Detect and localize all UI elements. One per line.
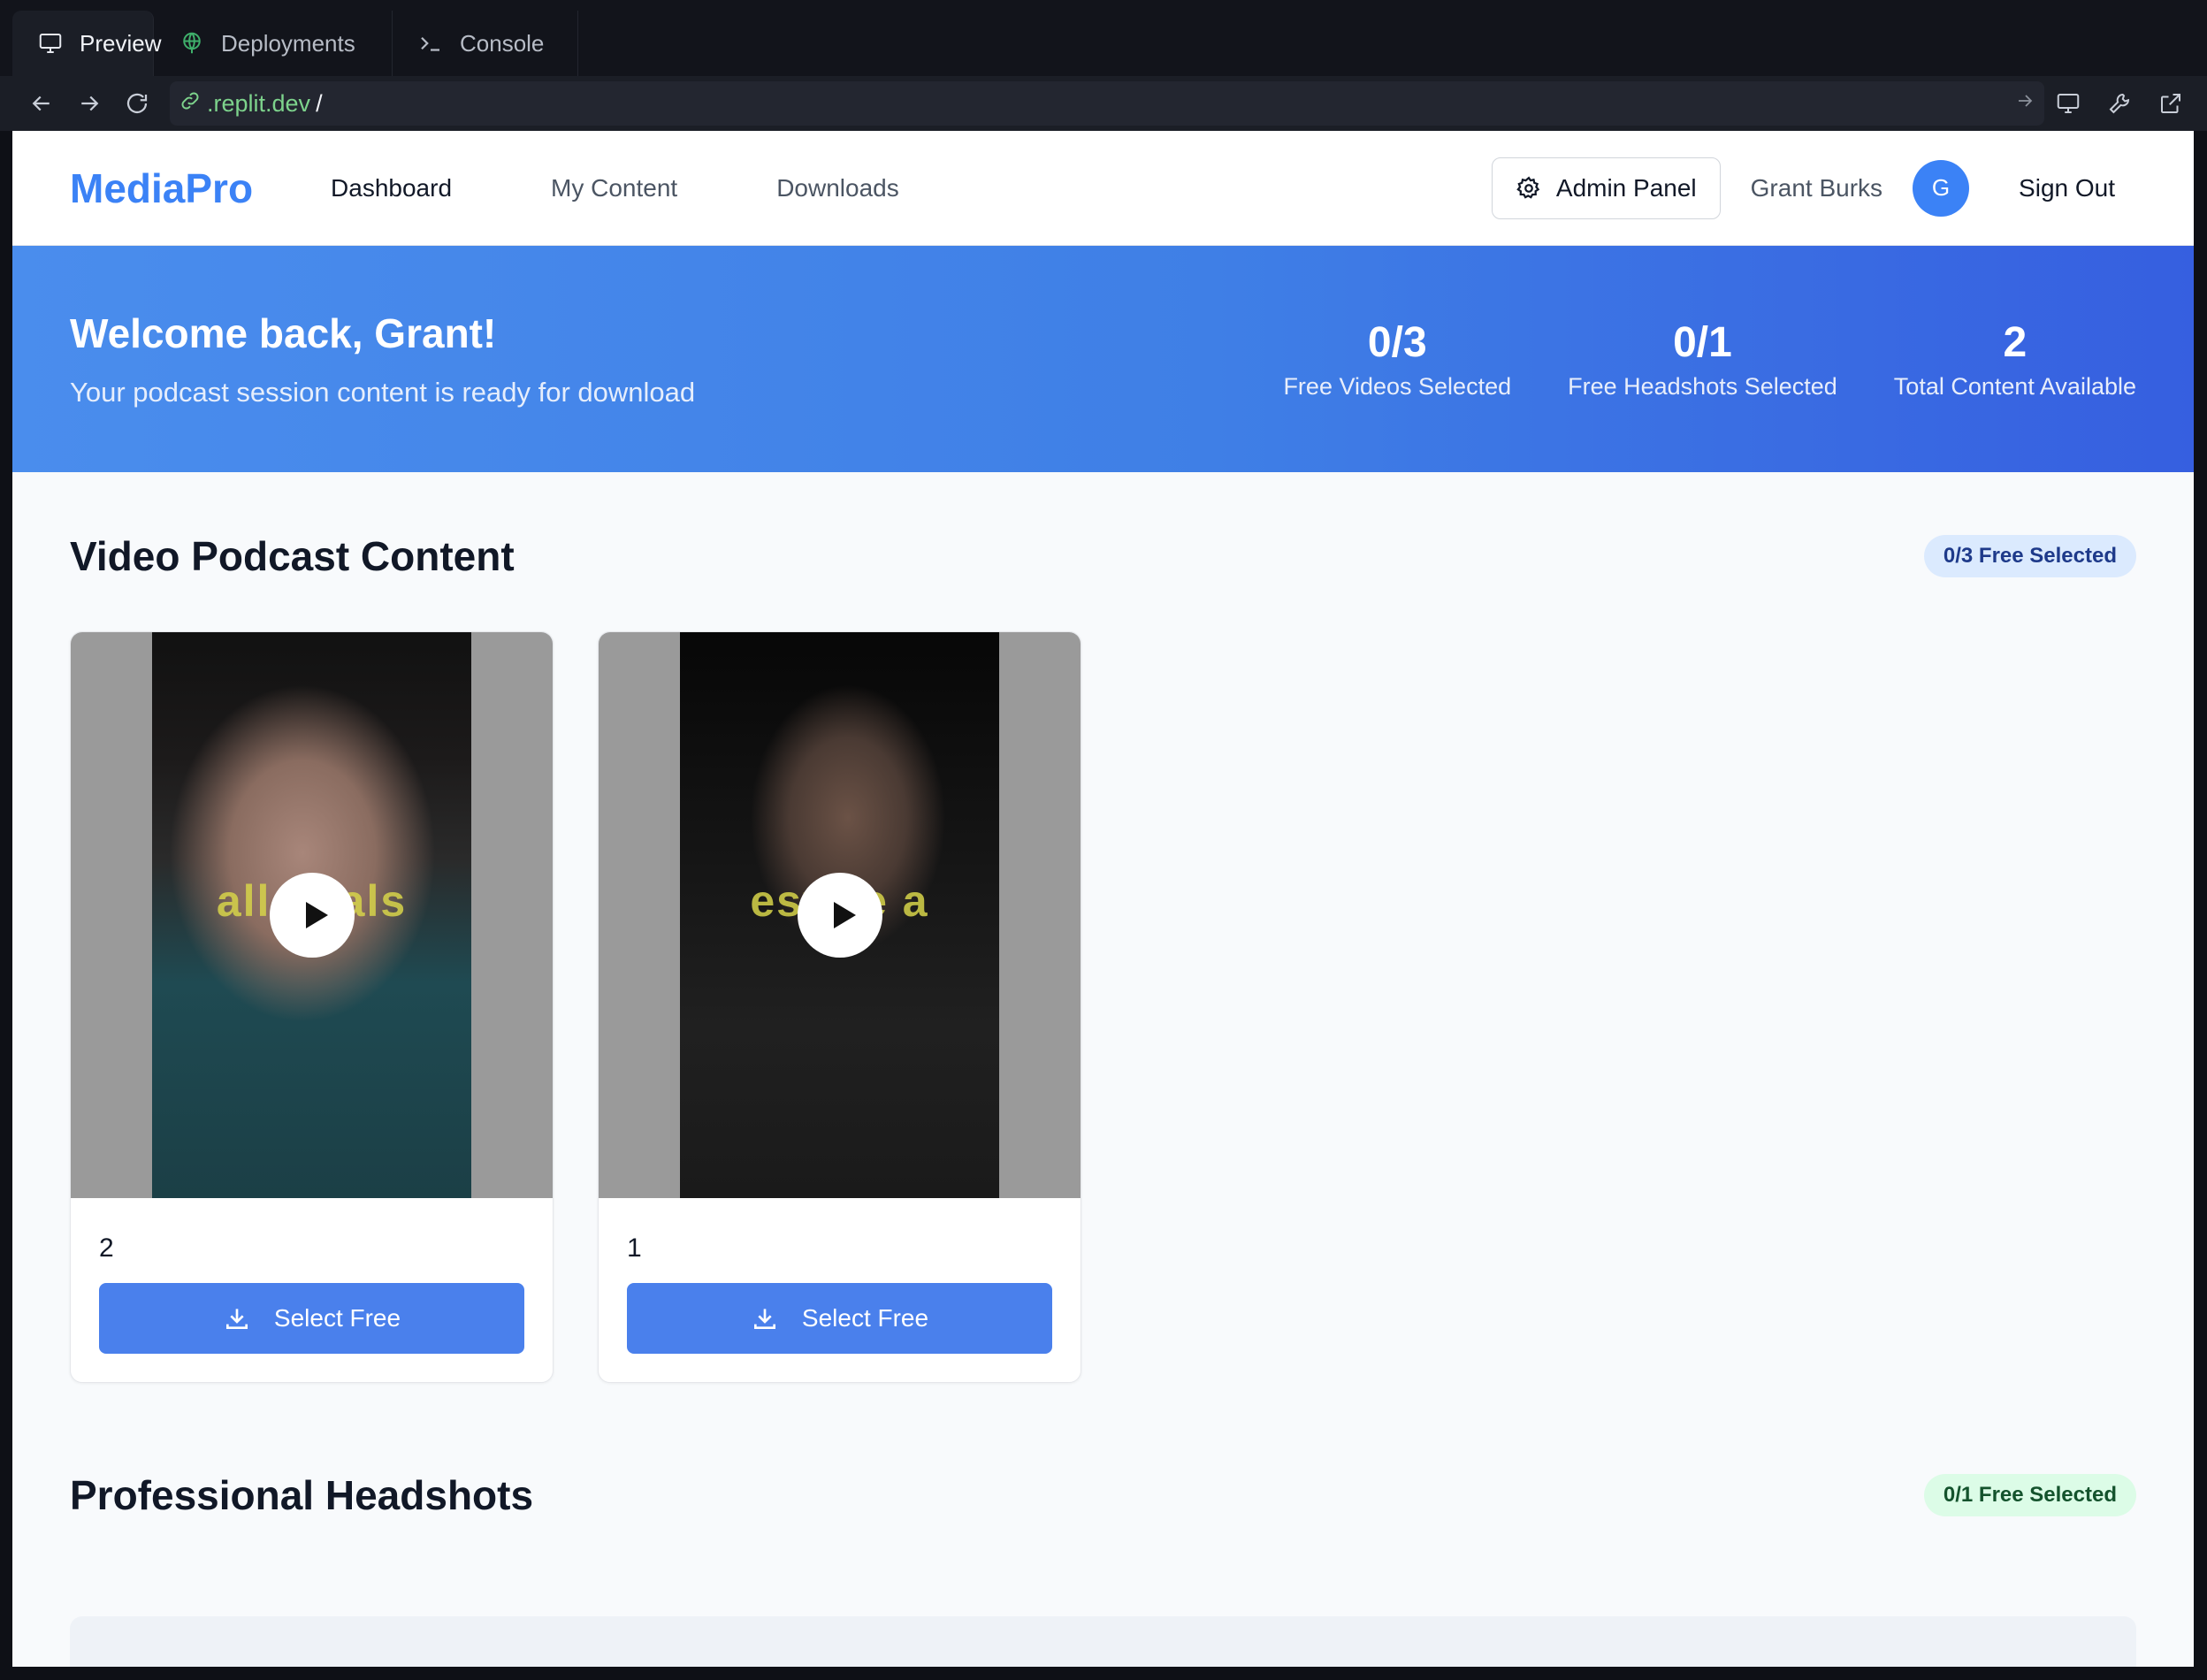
terminal-icon [417,30,444,57]
link-icon [179,89,202,118]
video-thumbnail[interactable]: estate a [599,632,1081,1198]
ide-tab-strip: Preview Deployments Console [0,0,2207,76]
video-title: 2 [99,1233,114,1263]
video-section-title: Video Podcast Content [70,533,515,579]
play-icon [833,902,856,928]
tab-label: Console [460,29,545,57]
gear-icon [1516,175,1540,199]
headshots-selected-badge: 0/1 Free Selected [1923,1474,2136,1516]
tab-label: Deployments [221,29,355,57]
top-navigation: MediaPro Dashboard My Content Downloads … [12,131,2194,246]
headshots-section-title: Professional Headshots [70,1472,534,1518]
open-new-tab-button[interactable] [2152,80,2189,127]
devices-button[interactable] [2050,80,2087,127]
video-section: Video Podcast Content 0/3 Free Selected … [12,532,2194,1383]
reload-icon [126,93,148,114]
video-selected-badge: 0/3 Free Selected [1923,535,2136,577]
url-host: .replit.dev [207,89,311,117]
video-card: all deals 2 Select Free [70,631,554,1383]
headshots-grid [70,1616,2136,1667]
stat-label: Free Videos Selected [1283,372,1512,400]
select-free-label: Select Free [801,1304,929,1332]
arrow-left-icon [32,95,50,111]
welcome-banner: Welcome back, Grant! Your podcast sessio… [12,246,2194,472]
stat-free-videos: 0/3 Free Videos Selected [1283,318,1511,401]
back-button[interactable] [18,80,65,127]
brand-logo[interactable]: MediaPro [70,164,253,212]
go-icon[interactable] [2014,90,2035,118]
download-icon [225,1309,248,1329]
sign-out-button[interactable]: Sign Out [2019,174,2115,202]
stat-label: Free Headshots Selected [1568,372,1837,400]
nav-dashboard[interactable]: Dashboard [331,174,452,202]
tab-console[interactable]: Console [393,11,578,76]
play-icon [305,902,328,928]
select-free-button[interactable]: Select Free [99,1283,524,1354]
welcome-subtitle: Your podcast session content is ready fo… [70,377,696,408]
video-thumbnail[interactable]: all deals [71,632,553,1198]
stat-value: 2 [2003,318,2028,366]
headshots-section: Professional Headshots 0/1 Free Selected [12,1471,2194,1667]
globe-icon [179,30,205,57]
welcome-title: Welcome back, Grant! [70,310,497,356]
video-title: 1 [627,1233,642,1263]
select-free-button[interactable]: Select Free [627,1283,1052,1354]
stat-label: Total Content Available [1893,372,2136,400]
stat-value: 0/1 [1673,318,1732,366]
devtools-button[interactable] [2101,80,2138,127]
app-viewport: MediaPro Dashboard My Content Downloads … [12,131,2194,1667]
url-input[interactable]: .replit.dev / [170,81,2044,126]
stat-total-content: 2 Total Content Available [1894,318,2136,401]
avatar[interactable]: G [1913,159,1970,217]
monitor-icon [2057,94,2080,113]
arrow-right-icon [81,95,99,111]
nav-my-content[interactable]: My Content [551,174,677,202]
reload-button[interactable] [113,80,161,127]
tab-label: Preview [80,29,162,57]
user-name: Grant Burks [1750,173,1883,202]
admin-panel-label: Admin Panel [1555,173,1697,202]
url-path: / [316,89,323,117]
play-button[interactable] [269,873,355,958]
nav-downloads[interactable]: Downloads [776,174,899,202]
stat-free-headshots: 0/1 Free Headshots Selected [1568,318,1837,401]
forward-button[interactable] [65,80,113,127]
external-link-icon [2161,94,2180,113]
stat-value: 0/3 [1367,318,1427,366]
tab-deployments[interactable]: Deployments [154,11,393,76]
monitor-icon [37,30,64,57]
url-bar: .replit.dev / [0,76,2207,131]
select-free-label: Select Free [273,1304,401,1332]
tab-preview[interactable]: Preview [12,11,161,76]
admin-panel-button[interactable]: Admin Panel [1491,157,1721,219]
play-button[interactable] [797,873,882,958]
wrench-icon [2109,93,2130,114]
video-card: estate a 1 Select Free [598,631,1081,1383]
stats-group: 0/3 Free Videos Selected 0/1 Free Headsh… [1283,318,2136,401]
download-icon [753,1309,775,1329]
